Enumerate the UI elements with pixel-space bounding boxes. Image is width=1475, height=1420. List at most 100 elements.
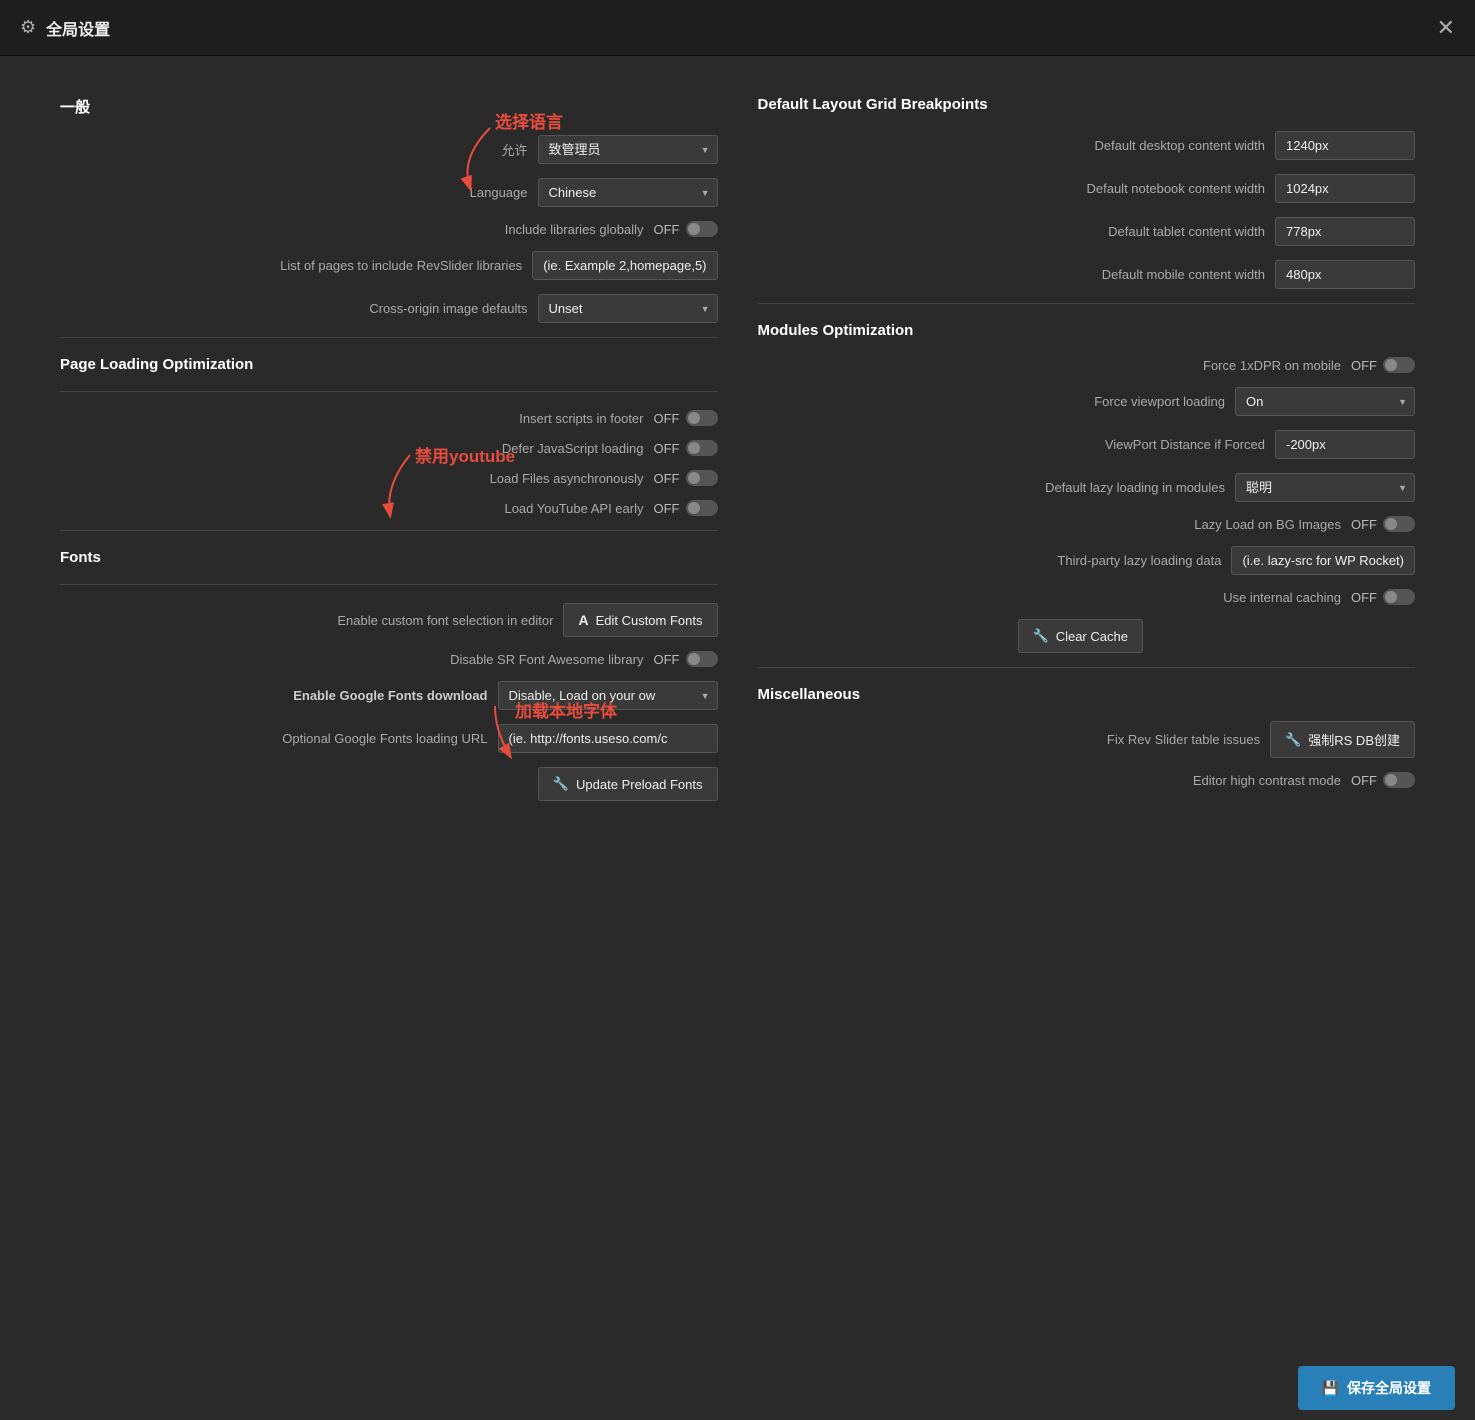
update-preload-label: Update Preload Fonts	[576, 777, 702, 792]
cross-origin-label: Cross-origin image defaults	[248, 301, 528, 316]
clear-cache-row: 🔧 Clear Cache	[758, 619, 1416, 653]
include-libraries-row: Include libraries globally OFF	[60, 221, 718, 237]
force-viewport-row: Force viewport loading On	[758, 387, 1416, 416]
layout-grid-title: Default Layout Grid Breakpoints	[758, 96, 1416, 113]
notebook-width-row: Default notebook content width	[758, 174, 1416, 203]
modules-opt-divider	[758, 667, 1416, 668]
mobile-width-row: Default mobile content width	[758, 260, 1416, 289]
clear-cache-button[interactable]: 🔧 Clear Cache	[1018, 619, 1143, 653]
layout-grid-divider	[758, 303, 1416, 304]
clear-cache-label: Clear Cache	[1056, 629, 1128, 644]
edit-custom-fonts-button[interactable]: A Edit Custom Fonts	[563, 603, 717, 637]
custom-font-label: Enable custom font selection in editor	[273, 613, 553, 628]
lazy-bg-toggle[interactable]: OFF	[1351, 516, 1415, 532]
default-lazy-row: Default lazy loading in modules 聪明	[758, 473, 1416, 502]
google-fonts-row: Enable Google Fonts download Disable, Lo…	[60, 681, 718, 710]
load-files-dot[interactable]	[686, 470, 718, 486]
disable-sr-toggle[interactable]: OFF	[654, 651, 718, 667]
allow-row: 允许 致管理员	[60, 135, 718, 164]
right-column: Default Layout Grid Breakpoints Default …	[738, 86, 1436, 825]
default-lazy-select[interactable]: 聪明	[1235, 473, 1415, 502]
include-libraries-toggle-dot[interactable]	[686, 221, 718, 237]
desktop-label: Default desktop content width	[1005, 138, 1265, 153]
include-libraries-toggle[interactable]: OFF	[654, 221, 718, 237]
allow-select[interactable]: 致管理员	[538, 135, 718, 164]
editor-contrast-dot[interactable]	[1383, 772, 1415, 788]
defer-js-dot[interactable]	[686, 440, 718, 456]
lazy-bg-dot[interactable]	[1383, 516, 1415, 532]
editor-contrast-row: Editor high contrast mode OFF	[758, 772, 1416, 788]
internal-caching-toggle[interactable]: OFF	[1351, 589, 1415, 605]
third-party-label: Third-party lazy loading data	[931, 553, 1221, 568]
slider-table-icon: 🔧	[1285, 732, 1301, 748]
edit-custom-fonts-icon: A	[578, 612, 588, 628]
fonts-divider	[60, 584, 718, 585]
slider-table-button[interactable]: 🔧 强制RS DB创建	[1270, 721, 1415, 758]
third-party-row: Third-party lazy loading data (i.e. lazy…	[758, 546, 1416, 575]
force-viewport-select[interactable]: On	[1235, 387, 1415, 416]
lazy-bg-row: Lazy Load on BG Images OFF	[758, 516, 1416, 532]
viewport-distance-row: ViewPort Distance if Forced	[758, 430, 1416, 459]
default-lazy-select-wrapper: 聪明	[1235, 473, 1415, 502]
force-dpr-dot[interactable]	[1383, 357, 1415, 373]
cross-origin-select-wrapper: Unset	[538, 294, 718, 323]
editor-contrast-label: Editor high contrast mode	[1051, 773, 1341, 788]
editor-contrast-toggle[interactable]: OFF	[1351, 772, 1415, 788]
insert-scripts-row: Insert scripts in footer OFF	[60, 410, 718, 426]
disable-sr-dot[interactable]	[686, 651, 718, 667]
update-preload-icon: 🔧	[553, 776, 569, 792]
disable-sr-label: Disable SR Font Awesome library	[364, 652, 644, 667]
viewport-distance-input[interactable]	[1275, 430, 1415, 459]
load-youtube-toggle[interactable]: OFF	[654, 500, 718, 516]
defer-js-row: Defer JavaScript loading OFF	[60, 440, 718, 456]
mobile-width-input[interactable]	[1275, 260, 1415, 289]
insert-scripts-label: Insert scripts in footer	[364, 411, 644, 426]
insert-scripts-dot[interactable]	[686, 410, 718, 426]
revslider-label: List of pages to include RevSlider libra…	[242, 258, 522, 273]
allow-select-wrapper: 致管理员	[538, 135, 718, 164]
cross-origin-select[interactable]: Unset	[538, 294, 718, 323]
third-party-value: (i.e. lazy-src for WP Rocket)	[1231, 546, 1415, 575]
close-button[interactable]: ✕	[1437, 17, 1455, 39]
general-section-title: 一般	[60, 96, 718, 117]
editor-contrast-value: OFF	[1351, 773, 1377, 788]
defer-js-label: Defer JavaScript loading	[364, 441, 644, 456]
gear-icon: ⚙	[20, 17, 36, 38]
google-fonts-url-row: Optional Google Fonts loading URL	[60, 724, 718, 753]
fonts-section-title: Fonts	[60, 549, 718, 566]
google-fonts-select[interactable]: Disable, Load on your ow	[498, 681, 718, 710]
save-button[interactable]: 💾 保存全局设置	[1298, 1366, 1455, 1410]
modules-opt-title: Modules Optimization	[758, 322, 1416, 339]
update-preload-fonts-button[interactable]: 🔧 Update Preload Fonts	[538, 767, 718, 801]
load-files-value: OFF	[654, 471, 680, 486]
load-files-label: Load Files asynchronously	[364, 471, 644, 486]
defer-js-value: OFF	[654, 441, 680, 456]
load-files-toggle[interactable]: OFF	[654, 470, 718, 486]
insert-scripts-toggle[interactable]: OFF	[654, 410, 718, 426]
include-libraries-value: OFF	[654, 222, 680, 237]
force-dpr-toggle[interactable]: OFF	[1351, 357, 1415, 373]
title-bar-left: ⚙ 全局设置	[20, 16, 110, 40]
load-youtube-dot[interactable]	[686, 500, 718, 516]
desktop-width-input[interactable]	[1275, 131, 1415, 160]
desktop-width-row: Default desktop content width	[758, 131, 1416, 160]
update-preload-row: 🔧 Update Preload Fonts	[60, 767, 718, 801]
default-lazy-label: Default lazy loading in modules	[935, 480, 1225, 495]
page-wrapper: ⚙ 全局设置 ✕ 一般 允许 致管理员 Language	[0, 0, 1475, 855]
internal-caching-dot[interactable]	[1383, 589, 1415, 605]
internal-caching-row: Use internal caching OFF	[758, 589, 1416, 605]
google-fonts-select-wrapper: Disable, Load on your ow	[498, 681, 718, 710]
custom-font-row: Enable custom font selection in editor A…	[60, 603, 718, 637]
language-select[interactable]: Chinese	[538, 178, 718, 207]
google-fonts-label: Enable Google Fonts download	[258, 688, 488, 703]
tablet-width-input[interactable]	[1275, 217, 1415, 246]
notebook-width-input[interactable]	[1275, 174, 1415, 203]
google-fonts-url-input[interactable]	[498, 724, 718, 753]
load-youtube-label: Load YouTube API early	[364, 501, 644, 516]
slider-table-btn-label: 强制RS DB创建	[1308, 730, 1400, 749]
page-title: 全局设置	[46, 16, 110, 40]
clear-cache-icon: 🔧	[1033, 628, 1049, 644]
viewport-distance-label: ViewPort Distance if Forced	[975, 437, 1265, 452]
defer-js-toggle[interactable]: OFF	[654, 440, 718, 456]
tablet-label: Default tablet content width	[1005, 224, 1265, 239]
